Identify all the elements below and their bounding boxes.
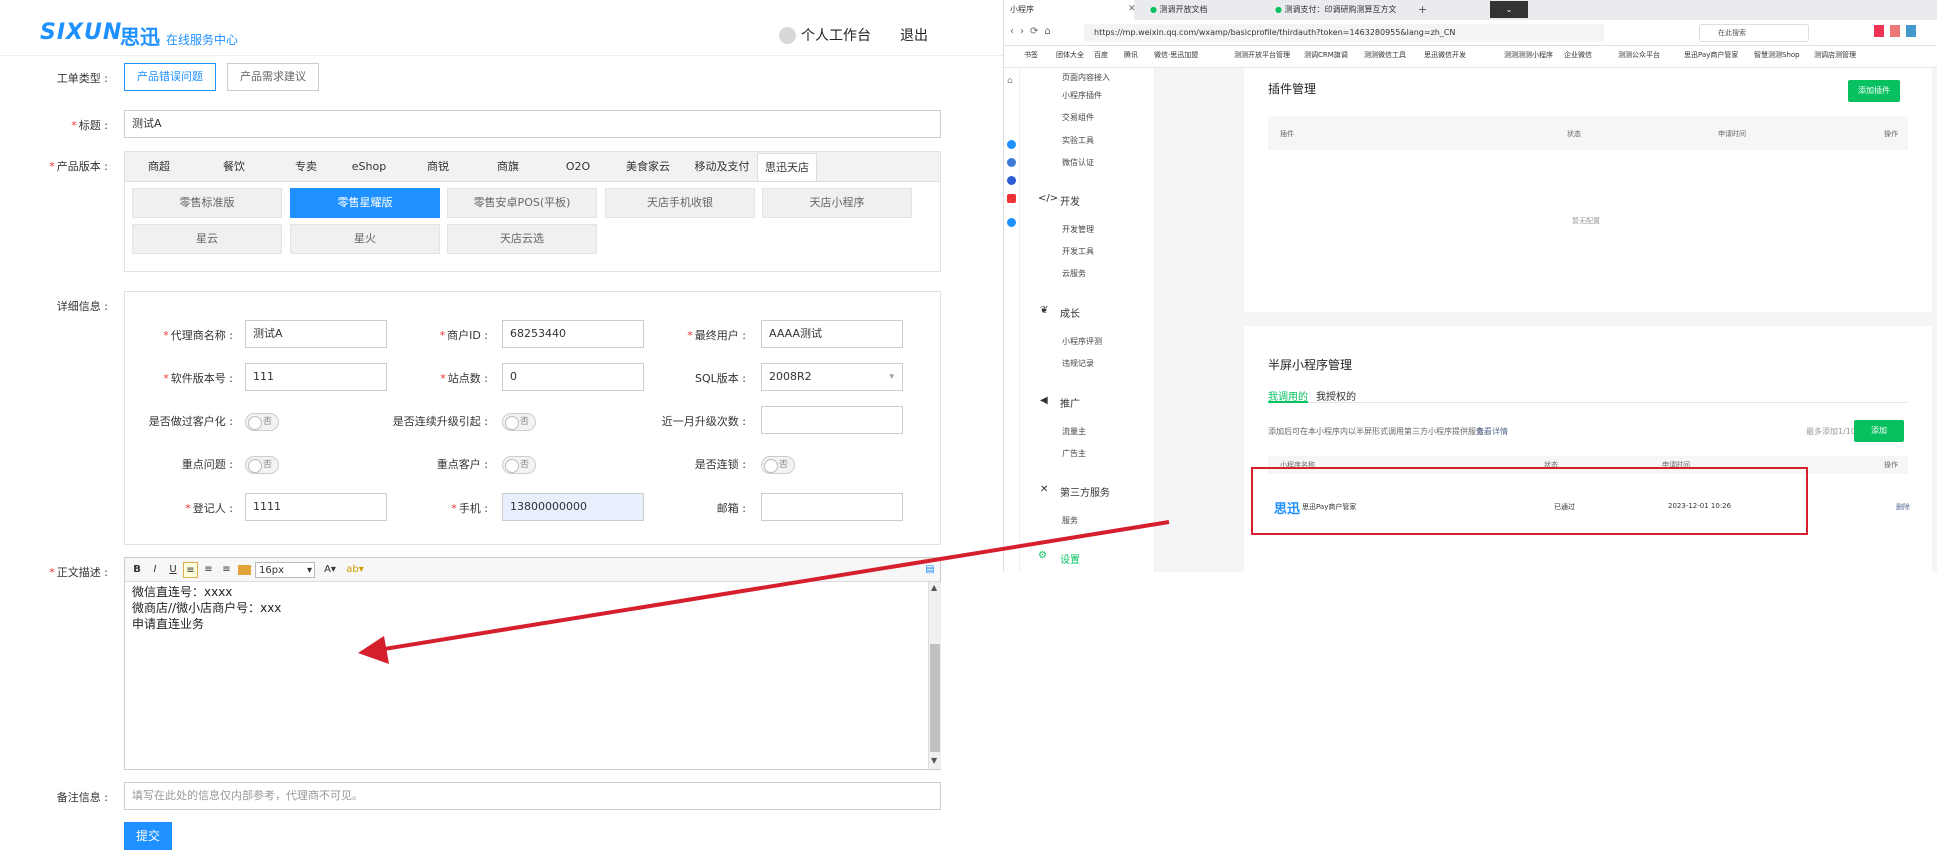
screen: SIXUN 思迅 在线服务中心 个人工作台 退出 工单类型 : 产品错误问题 产… [0,0,1937,864]
annotation-arrow-icon [358,520,1170,664]
